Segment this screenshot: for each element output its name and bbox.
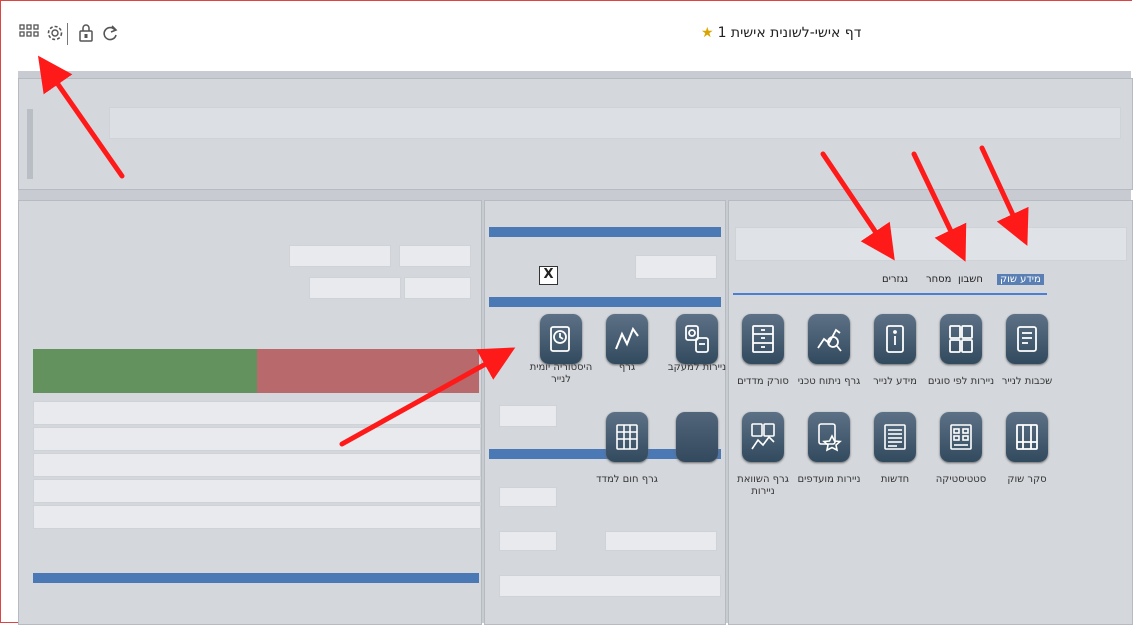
arrow-to-derivatives-tab [820, 151, 895, 261]
arrow-to-toolbar [37, 55, 125, 179]
arrow-to-account-tab [911, 151, 967, 262]
arrow-to-history-tile [339, 347, 516, 447]
annotation-arrows [37, 55, 1029, 447]
arrow-to-market-tab [979, 145, 1029, 246]
